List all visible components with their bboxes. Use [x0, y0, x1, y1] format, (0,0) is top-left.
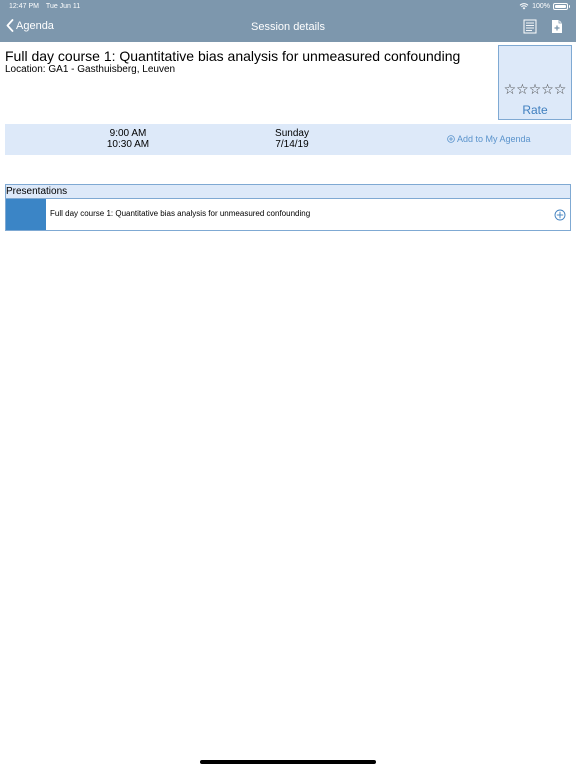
status-time: 12:47 PM [9, 3, 39, 10]
battery-level [555, 4, 566, 8]
star-rating[interactable]: ☆ ☆ ☆ ☆ ☆ [499, 82, 571, 96]
wifi-icon [519, 2, 529, 10]
plus-circle-icon [447, 135, 455, 143]
expand-button[interactable] [554, 208, 566, 226]
battery-icon [553, 2, 570, 10]
session-times: 9:00 AM 10:30 AM [68, 128, 188, 150]
weekday: Sunday [275, 128, 309, 139]
app-header: 12:47 PM Tue Jun 11 100% Agenda Session … [0, 0, 576, 42]
battery-percent: 100% [532, 2, 550, 10]
add-to-agenda-button[interactable]: Add to My Agenda [447, 134, 531, 144]
status-left: 12:47 PM Tue Jun 11 [9, 3, 80, 10]
star-icon[interactable]: ☆ [516, 82, 529, 96]
nav-bar: Agenda Session details [0, 14, 576, 42]
status-bar: 12:47 PM Tue Jun 11 100% [0, 0, 576, 14]
status-right: 100% [519, 2, 570, 10]
presentation-row[interactable]: Full day course 1: Quantitative bias ana… [6, 199, 570, 230]
document-add-icon [552, 20, 562, 33]
rate-box[interactable]: ☆ ☆ ☆ ☆ ☆ Rate [498, 45, 572, 120]
notes-icon [523, 19, 537, 34]
star-icon[interactable]: ☆ [529, 82, 542, 96]
status-date: Tue Jun 11 [45, 3, 81, 10]
presentations-header: Presentations [6, 185, 570, 199]
schedule-bar: 9:00 AM 10:30 AM Sunday 7/14/19 Add to M… [5, 124, 571, 155]
plus-circle-icon [554, 209, 566, 221]
star-icon[interactable]: ☆ [504, 82, 517, 96]
home-indicator[interactable] [200, 760, 376, 764]
presentations-section: Presentations Full day course 1: Quantit… [5, 184, 571, 231]
start-time: 9:00 AM [109, 128, 147, 139]
rate-button[interactable]: Rate [499, 103, 571, 117]
end-time: 10:30 AM [106, 139, 150, 150]
export-button[interactable] [551, 19, 563, 39]
presentation-color-bar [6, 199, 46, 230]
star-icon[interactable]: ☆ [554, 82, 567, 96]
star-icon[interactable]: ☆ [541, 82, 554, 96]
session-date: Sunday 7/14/19 [232, 128, 352, 150]
page-title: Session details [251, 21, 325, 33]
session-location: Location: GA1 - Gasthuisberg, Leuven [5, 64, 176, 75]
presentation-title: Full day course 1: Quantitative bias ana… [50, 209, 311, 218]
session-title: Full day course 1: Quantitative bias ana… [5, 48, 461, 64]
notes-button[interactable] [523, 19, 537, 39]
date: 7/14/19 [275, 139, 309, 150]
add-to-agenda-label: Add to My Agenda [457, 134, 531, 144]
